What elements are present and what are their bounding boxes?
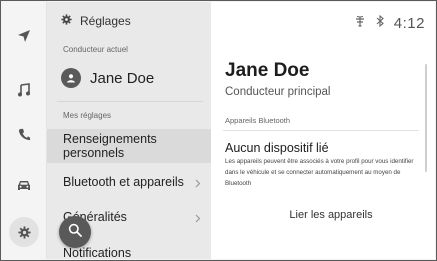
profile-name: Jane Doe [225, 60, 310, 81]
car-icon [17, 179, 31, 192]
avatar [61, 68, 81, 88]
list-item-personal-info[interactable]: Renseignements personnels [47, 129, 211, 163]
search-icon [68, 223, 82, 242]
navigation-arrow-icon [17, 29, 31, 43]
phone-icon [18, 128, 31, 141]
rail-settings-button[interactable] [2, 212, 46, 252]
my-settings-label: Mes réglages [63, 111, 112, 120]
chevron-right-icon [195, 212, 201, 226]
gear-icon [61, 14, 72, 28]
gear-icon [17, 225, 31, 239]
rail-phone-button[interactable] [2, 114, 46, 154]
list-header-title: Réglages [80, 14, 131, 28]
bluetooth-section-label: Appareils Bluetooth [225, 116, 291, 125]
rail-media-button[interactable] [2, 70, 46, 110]
app-rail [2, 2, 47, 259]
antenna-icon [354, 14, 366, 32]
status-bar: 4:12 [354, 14, 425, 32]
person-icon [66, 70, 76, 87]
rail-navigation-button[interactable] [2, 16, 46, 56]
list-item-bluetooth-devices[interactable]: Bluetooth et appareils [47, 165, 211, 199]
section-divider [223, 130, 419, 131]
rail-vehicle-button[interactable] [2, 165, 46, 205]
no-device-title: Aucun dispositif lié [225, 141, 329, 155]
list-header: Réglages [61, 14, 131, 28]
scrollbar[interactable] [425, 64, 427, 172]
section-divider [57, 101, 203, 102]
current-driver-label: Conducteur actuel [63, 45, 128, 54]
clock: 4:12 [393, 14, 425, 32]
music-note-icon [17, 83, 31, 97]
list-item-label: Bluetooth et appareils [63, 175, 184, 189]
profile-role: Conducteur principal [225, 86, 331, 98]
search-button[interactable] [59, 216, 91, 248]
settings-screen: Réglages Conducteur actuel Jane Doe Mes … [0, 0, 437, 261]
current-driver-row[interactable]: Jane Doe [61, 68, 154, 88]
no-device-description: Les appareils peuvent être associés à vo… [225, 158, 414, 187]
list-item-label: Renseignements personnels [63, 132, 157, 160]
chevron-right-icon [195, 177, 201, 191]
detail-panel: 4:12 Jane Doe Conducteur principal Appar… [211, 2, 435, 259]
link-devices-button[interactable]: Lier les appareils [275, 209, 387, 221]
bluetooth-icon [376, 14, 384, 32]
current-driver-name: Jane Doe [90, 69, 155, 87]
